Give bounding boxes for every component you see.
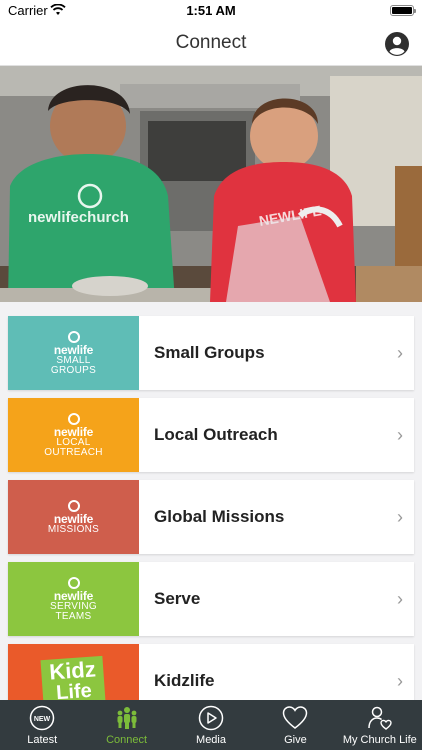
list-item-serve[interactable]: newlife SERVING TEAMS Serve › [8, 562, 414, 636]
chevron-right-icon: › [397, 424, 403, 445]
tab-bar: NEW Latest Connect Media Give My Church … [0, 700, 422, 750]
serving-teams-logo: newlife SERVING TEAMS [8, 562, 139, 636]
local-outreach-logo: newlife LOCAL OUTREACH [8, 398, 139, 472]
list-item-small-groups[interactable]: newlife SMALL GROUPS Small Groups › [8, 316, 414, 390]
newlife-logo-icon [67, 576, 80, 589]
navigation-bar: Connect [0, 22, 422, 66]
connect-list: newlife SMALL GROUPS Small Groups › newl… [8, 316, 414, 726]
clock: 1:51 AM [186, 3, 236, 18]
list-item-label: Local Outreach [154, 425, 278, 444]
chevron-right-icon: › [397, 342, 403, 363]
chevron-right-icon: › [397, 588, 403, 609]
new-badge-icon: NEW [29, 705, 55, 731]
list-item-label: Global Missions [154, 507, 285, 526]
battery-icon [390, 5, 416, 16]
chevron-right-icon: › [397, 670, 403, 691]
play-circle-icon [198, 705, 224, 731]
hero-photo: newlifechurch NEWLIFE [0, 66, 422, 302]
newlife-logo-icon [67, 499, 80, 512]
shirt-text-left: newlifechurch [28, 209, 129, 226]
people-icon [117, 707, 137, 729]
small-groups-logo: newlife SMALL GROUPS [8, 316, 139, 390]
chevron-right-icon: › [397, 506, 403, 527]
list-item-global-missions[interactable]: newlife MISSIONS Global Missions › [8, 480, 414, 554]
svg-text:NEW: NEW [34, 716, 51, 723]
newlife-logo-icon [67, 330, 80, 343]
list-item-local-outreach[interactable]: newlife LOCAL OUTREACH Local Outreach › [8, 398, 414, 472]
tab-media[interactable]: Media [169, 700, 253, 750]
tab-give[interactable]: Give [253, 700, 337, 750]
list-item-label: Small Groups [154, 343, 265, 362]
status-bar: Carrier 1:51 AM [0, 0, 422, 22]
newlife-logo-icon [67, 412, 80, 425]
tab-my-church-life[interactable]: My Church Life [338, 700, 422, 750]
user-circle-icon[interactable] [385, 32, 409, 56]
tab-connect[interactable]: Connect [84, 700, 168, 750]
heart-icon [283, 706, 308, 729]
list-item-label: Kidzlife [154, 671, 215, 690]
tab-latest[interactable]: NEW Latest [0, 700, 84, 750]
person-heart-icon [368, 706, 392, 730]
global-missions-logo: newlife MISSIONS [8, 480, 139, 554]
list-item-label: Serve [154, 589, 201, 608]
page-title: Connect [175, 32, 247, 53]
